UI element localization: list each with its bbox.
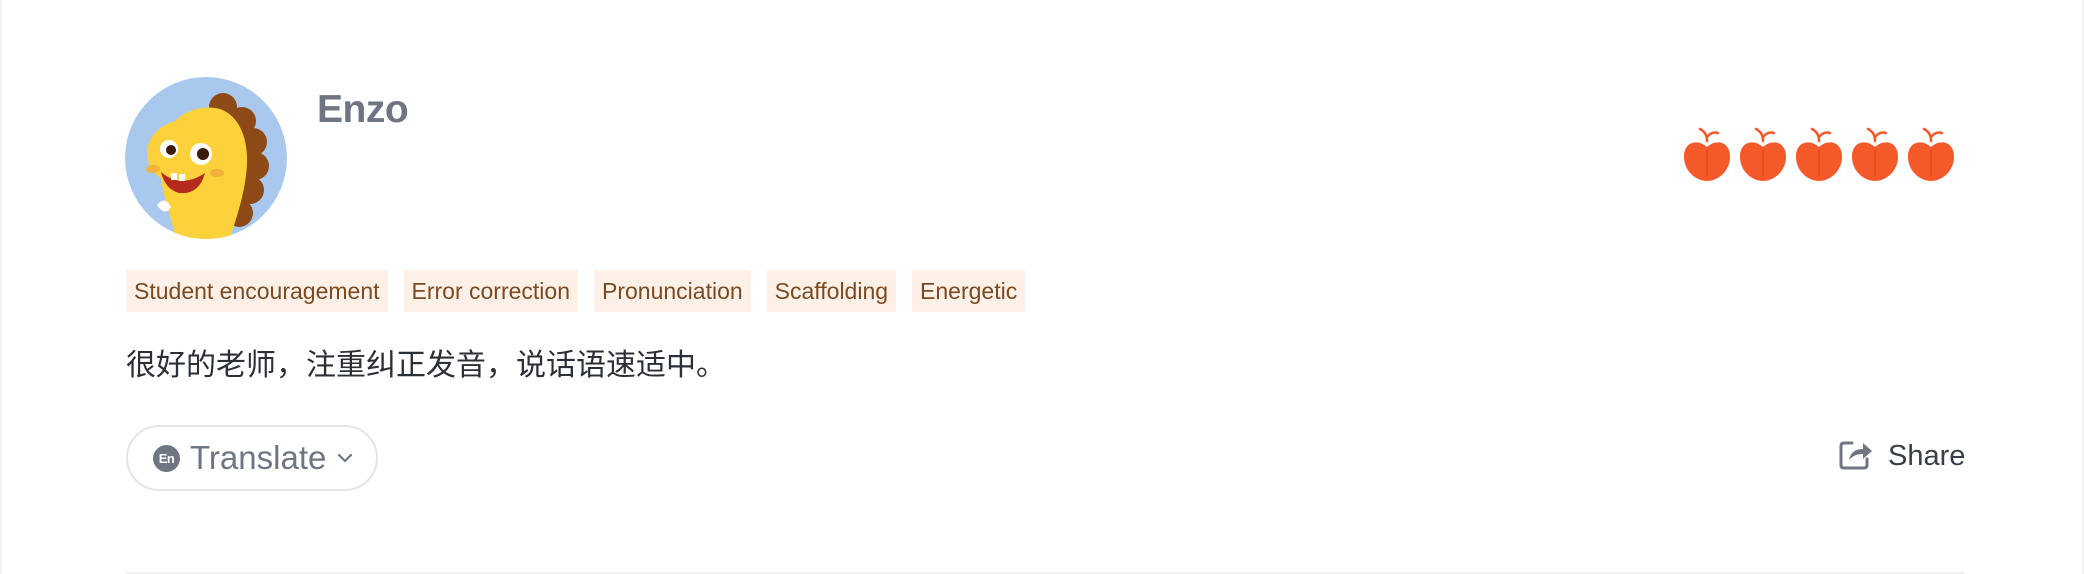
rating-stars bbox=[1682, 127, 1956, 183]
translate-button[interactable]: En Translate bbox=[126, 425, 378, 491]
share-icon bbox=[1838, 437, 1874, 476]
tag-pronunciation: Pronunciation bbox=[594, 270, 751, 312]
review-comment: 很好的老师，注重纠正发音，说话语速适中。 bbox=[126, 348, 726, 383]
translate-label: Translate bbox=[190, 439, 327, 476]
review-card: Enzo Student encouragement Error correct… bbox=[0, 0, 2084, 574]
share-label: Share bbox=[1888, 440, 1966, 472]
share-button[interactable]: Share bbox=[1838, 437, 1965, 476]
apple-icon bbox=[1794, 127, 1844, 183]
reviewer-name: Enzo bbox=[317, 88, 409, 131]
tag-energetic: Energetic bbox=[912, 270, 1026, 312]
apple-icon bbox=[1850, 127, 1900, 183]
tag-error-correction: Error correction bbox=[403, 270, 578, 312]
apple-icon bbox=[1738, 127, 1788, 183]
chevron-down-icon bbox=[336, 452, 354, 464]
reviewer-avatar bbox=[125, 77, 287, 239]
apple-icon bbox=[1906, 127, 1956, 183]
tag-student-encouragement: Student encouragement bbox=[126, 270, 388, 312]
language-icon: En bbox=[153, 444, 180, 472]
apple-icon bbox=[1682, 127, 1732, 183]
review-tags: Student encouragement Error correction P… bbox=[126, 270, 1026, 312]
tag-scaffolding: Scaffolding bbox=[766, 270, 897, 312]
